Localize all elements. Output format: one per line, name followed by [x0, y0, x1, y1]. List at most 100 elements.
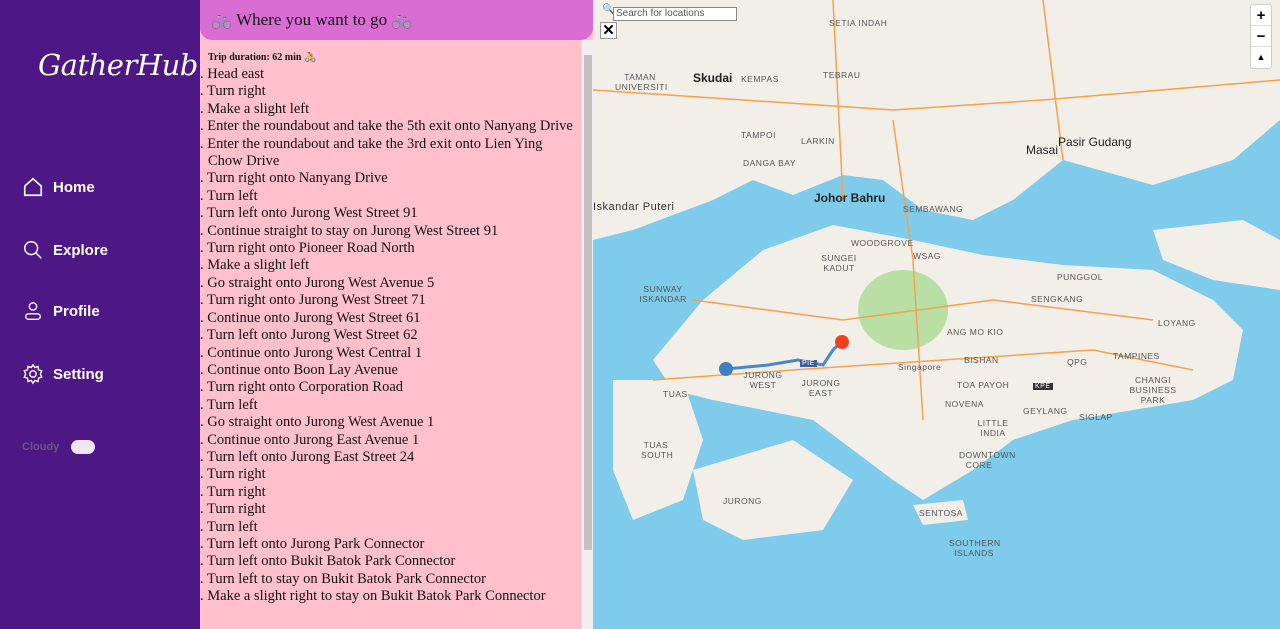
direction-step: . Continue onto Boon Lay Avenue	[200, 361, 398, 378]
direction-step: . Continue onto Jurong West Central 1	[200, 344, 423, 361]
direction-step: . Turn right	[200, 466, 266, 483]
nav-home[interactable]: Home	[22, 176, 95, 198]
direction-step: . Turn left onto Jurong Park Connector	[200, 535, 425, 552]
direction-step: . Continue onto Jurong West Street 61	[200, 309, 421, 326]
sidebar: GatherHub Home Explore Profile Setting C…	[0, 0, 200, 629]
map-label: QPG	[1067, 357, 1088, 367]
location-search-input[interactable]: Search for locations	[613, 7, 737, 21]
map-label: Johor Bahru	[814, 191, 886, 205]
direction-step: . Turn left	[200, 518, 258, 535]
compass-button[interactable]: ▲	[1251, 47, 1271, 68]
nav-profile[interactable]: Profile	[22, 300, 100, 322]
panel-title: 🚲 Where you want to go 🚲	[200, 0, 593, 40]
end-marker[interactable]	[835, 335, 849, 349]
map-label: Singapore	[898, 362, 942, 372]
weather-status: Cloudy	[22, 440, 96, 454]
map-label: GEYLANG	[1023, 406, 1068, 416]
direction-step: . Turn right onto Nanyang Drive	[200, 170, 388, 187]
direction-step: . Enter the roundabout and take the 3rd …	[200, 135, 543, 170]
map-label: SUNWAY ISKANDAR	[639, 284, 687, 304]
map-label: CHANGI BUSINESS PARK	[1129, 375, 1177, 405]
map-label: Iskandar Puteri	[593, 201, 675, 213]
cloud-icon	[71, 440, 96, 454]
nav-setting[interactable]: Setting	[22, 363, 104, 385]
map-label: NOVENA	[945, 399, 984, 409]
map-label: SENTOSA	[919, 508, 963, 518]
zoom-control: + − ▲	[1250, 4, 1272, 69]
trip-duration: Trip duration: 62 min 🚴	[208, 52, 317, 63]
map-label: Skudai	[693, 71, 733, 85]
directions-panel: 🚲 Where you want to go 🚲 Trip duration: …	[200, 0, 593, 629]
nav-explore[interactable]: Explore	[22, 239, 108, 261]
map-label: DANGA BAY	[743, 158, 796, 168]
gear-icon	[23, 363, 43, 385]
map-label: SOUTHERN ISLANDS	[949, 538, 1001, 558]
direction-step: . Make a slight left	[200, 100, 310, 117]
map-label: DOWNTOWN CORE	[959, 450, 1016, 470]
map-label: LARKIN	[801, 136, 835, 146]
start-marker[interactable]	[719, 362, 733, 376]
map[interactable]: Skudai Johor Bahru Masai Pasir Gudang Si…	[593, 0, 1280, 629]
direction-step: . Turn right	[200, 83, 266, 100]
map-label: PUNGGOL	[1057, 272, 1104, 282]
map-label: KEMPAS	[741, 74, 779, 84]
direction-step: . Continue straight to stay on Jurong We…	[200, 222, 499, 239]
park-central	[858, 270, 948, 350]
map-label: TAMAN UNIVERSITI	[615, 72, 668, 92]
map-label: TAMPINES	[1113, 351, 1160, 361]
search-icon	[24, 241, 42, 259]
highway-shield: KPE	[1033, 383, 1053, 390]
weather-label: Cloudy	[22, 441, 60, 453]
scrollbar[interactable]	[581, 40, 593, 629]
direction-step: . Head east	[200, 66, 265, 82]
map-label: SENGKANG	[1031, 294, 1084, 304]
zoom-out-button[interactable]: −	[1251, 26, 1271, 47]
map-label: WSAG	[913, 251, 941, 261]
map-label: TAMPOI	[741, 130, 776, 140]
map-label: ANG MO KIO	[947, 327, 1004, 337]
map-canvas	[593, 0, 1280, 540]
direction-step: . Turn left to stay on Bukit Batok Park …	[200, 570, 486, 587]
map-label: BISHAN	[964, 355, 999, 365]
nav-label: Profile	[53, 302, 100, 320]
direction-step: . Turn right onto Pioneer Road North	[200, 240, 415, 257]
direction-step: . Go straight onto Jurong West Avenue 5	[200, 274, 435, 291]
direction-step: . Turn left	[200, 396, 258, 413]
direction-step: . Enter the roundabout and take the 5th …	[200, 118, 573, 135]
user-icon	[24, 302, 42, 320]
directions-list[interactable]: Trip duration: 62 min 🚴 . Head east. Tur…	[200, 52, 580, 629]
direction-step: . Turn right onto Corporation Road	[200, 379, 404, 396]
direction-step: . Turn left onto Bukit Batok Park Connec…	[200, 553, 456, 570]
map-label: LOYANG	[1158, 318, 1196, 328]
land-jurong-island	[693, 440, 853, 540]
close-button[interactable]: ✕	[600, 22, 617, 39]
direction-step: . Make a slight right to stay on Bukit B…	[200, 588, 546, 605]
nav-label: Explore	[53, 241, 109, 259]
scrollbar-thumb[interactable]	[584, 55, 592, 550]
direction-step: . Turn right	[200, 483, 266, 500]
zoom-in-button[interactable]: +	[1251, 5, 1271, 26]
map-label: JURONG EAST	[801, 378, 841, 398]
map-label: TOA PAYOH	[957, 380, 1010, 390]
home-icon	[23, 177, 43, 197]
map-label: TUAS SOUTH	[641, 440, 674, 460]
map-label: Masai	[1026, 143, 1059, 157]
map-label: SETIA INDAH	[829, 18, 888, 28]
direction-step: . Make a slight left	[200, 257, 310, 274]
direction-step: . Turn right onto Jurong West Street 71	[200, 292, 426, 309]
direction-step: . Turn left	[200, 187, 258, 204]
map-label: SIGLAP	[1079, 412, 1113, 422]
direction-step: . Turn left onto Jurong West Street 62	[200, 327, 418, 344]
direction-step: . Turn right	[200, 501, 266, 518]
map-label: JURONG WEST	[743, 370, 783, 390]
map-label: SUNGEI KADUT	[821, 253, 857, 273]
map-label: LITTLE INDIA	[977, 418, 1009, 438]
map-label: JURONG	[723, 496, 762, 506]
nav-label: Setting	[53, 365, 104, 383]
app-logo[interactable]: GatherHub	[38, 48, 198, 82]
map-label: SEMBAWANG	[903, 204, 964, 214]
map-label: Pasir Gudang	[1058, 135, 1132, 149]
map-label: WOODGROVE	[851, 238, 914, 248]
map-label: TEBRAU	[823, 70, 861, 80]
map-label: TUAS	[663, 389, 688, 399]
